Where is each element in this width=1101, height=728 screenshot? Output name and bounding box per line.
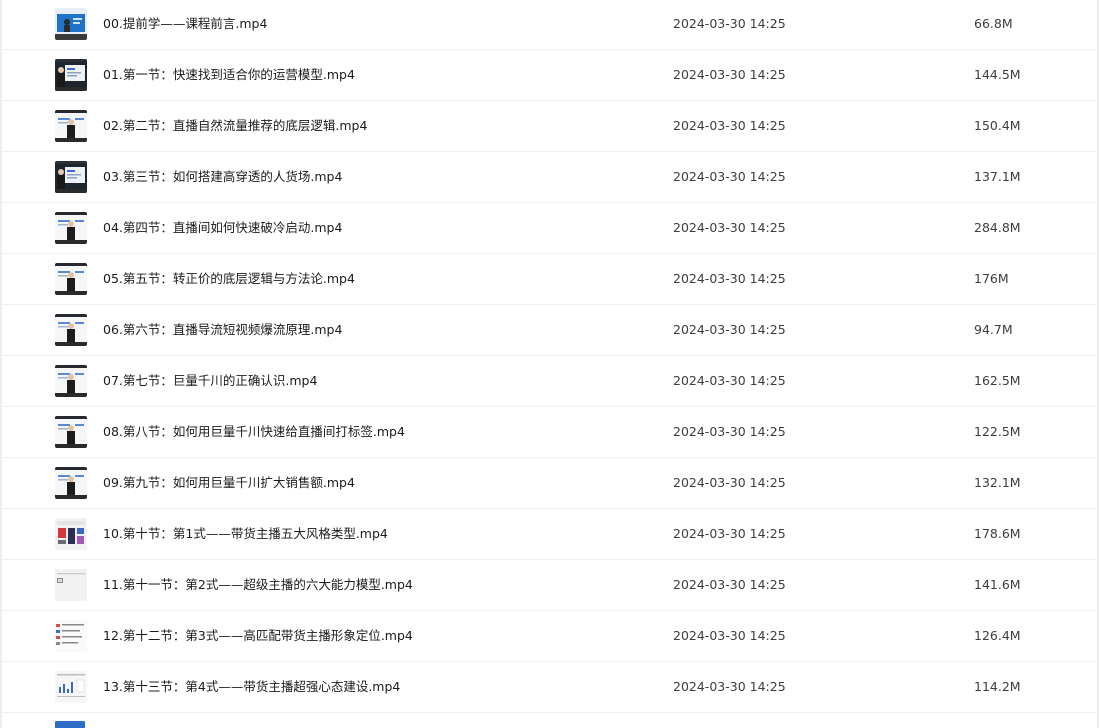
file-row[interactable]: 03.第三节：如何搭建高穿透的人货场.mp4 2024-03-30 14:25 13… (2, 152, 1097, 203)
modified-date: 2024-03-30 14:25 (673, 526, 786, 541)
file-list: 00.提前学——课程前言.mp4 2024-03-30 14:25 66.8M 01.… (2, 0, 1097, 713)
modified-date: 2024-03-30 14:25 (673, 16, 786, 31)
modified-date: 2024-03-30 14:25 (673, 424, 786, 439)
file-row[interactable]: 11.第十一节：第2式——超级主播的六大能力模型.mp4 2024-03-30 1… (2, 560, 1097, 611)
modified-date: 2024-03-30 14:25 (673, 322, 786, 337)
file-size: 162.5M (974, 373, 1021, 388)
partial-row-thumbnail (55, 721, 85, 728)
file-name[interactable]: 02.第二节：直播自然流量推荐的底层逻辑.mp4 (103, 117, 367, 135)
file-name[interactable]: 10.第十节：第1式——带货主播五大风格类型.mp4 (103, 525, 388, 543)
file-size: 137.1M (974, 169, 1021, 184)
file-size: 178.6M (974, 526, 1021, 541)
modified-date: 2024-03-30 14:25 (673, 220, 786, 235)
file-row[interactable]: 10.第十节：第1式——带货主播五大风格类型.mp4 2024-03-30 14:… (2, 509, 1097, 560)
file-size: 144.5M (974, 67, 1021, 82)
file-row[interactable]: 09.第九节：如何用巨量千川扩大销售额.mp4 2024-03-30 14:25 1… (2, 458, 1097, 509)
file-size: 150.4M (974, 118, 1021, 133)
file-size: 114.2M (974, 679, 1021, 694)
video-thumbnail[interactable] (55, 671, 87, 703)
modified-date: 2024-03-30 14:25 (673, 679, 786, 694)
file-row[interactable]: 02.第二节：直播自然流量推荐的底层逻辑.mp4 2024-03-30 14:25… (2, 101, 1097, 152)
video-thumbnail[interactable] (55, 416, 87, 448)
file-row[interactable]: 06.第六节：直播导流短视频爆流原理.mp4 2024-03-30 14:25 94… (2, 305, 1097, 356)
file-row[interactable]: 01.第一节：快速找到适合你的运营模型.mp4 2024-03-30 14:25 1… (2, 50, 1097, 101)
file-row[interactable]: 05.第五节：转正价的底层逻辑与方法论.mp4 2024-03-30 14:25 1… (2, 254, 1097, 305)
file-name[interactable]: 13.第十三节：第4式——带货主播超强心态建设.mp4 (103, 678, 400, 696)
file-size: 284.8M (974, 220, 1021, 235)
modified-date: 2024-03-30 14:25 (673, 373, 786, 388)
file-size: 66.8M (974, 16, 1013, 31)
file-name[interactable]: 06.第六节：直播导流短视频爆流原理.mp4 (103, 321, 342, 339)
video-thumbnail[interactable] (55, 161, 87, 193)
file-name[interactable]: 04.第四节：直播间如何快速破冷启动.mp4 (103, 219, 342, 237)
video-thumbnail[interactable] (55, 365, 87, 397)
video-thumbnail[interactable] (55, 110, 87, 142)
right-scroll-edge (1097, 0, 1099, 728)
file-row[interactable]: 00.提前学——课程前言.mp4 2024-03-30 14:25 66.8M (2, 0, 1097, 50)
file-row[interactable]: 13.第十三节：第4式——带货主播超强心态建设.mp4 2024-03-30 14… (2, 662, 1097, 713)
video-thumbnail[interactable] (55, 59, 87, 91)
file-size: 132.1M (974, 475, 1021, 490)
modified-date: 2024-03-30 14:25 (673, 118, 786, 133)
video-thumbnail[interactable] (55, 212, 87, 244)
video-thumbnail[interactable] (55, 314, 87, 346)
file-name[interactable]: 07.第七节：巨量千川的正确认识.mp4 (103, 372, 317, 390)
file-name[interactable]: 08.第八节：如何用巨量千川快速给直播间打标签.mp4 (103, 423, 405, 441)
modified-date: 2024-03-30 14:25 (673, 169, 786, 184)
file-size: 141.6M (974, 577, 1021, 592)
file-name[interactable]: 11.第十一节：第2式——超级主播的六大能力模型.mp4 (103, 576, 413, 594)
video-thumbnail[interactable] (55, 263, 87, 295)
modified-date: 2024-03-30 14:25 (673, 271, 786, 286)
modified-date: 2024-03-30 14:25 (673, 475, 786, 490)
video-thumbnail[interactable] (55, 569, 87, 601)
file-name[interactable]: 12.第十二节：第3式——高匹配带货主播形象定位.mp4 (103, 627, 413, 645)
video-thumbnail[interactable] (55, 518, 87, 550)
video-thumbnail[interactable] (55, 620, 87, 652)
file-size: 176M (974, 271, 1009, 286)
video-thumbnail[interactable] (55, 8, 87, 40)
file-row[interactable]: 12.第十二节：第3式——高匹配带货主播形象定位.mp4 2024-03-30 1… (2, 611, 1097, 662)
file-name[interactable]: 09.第九节：如何用巨量千川扩大销售额.mp4 (103, 474, 355, 492)
modified-date: 2024-03-30 14:25 (673, 67, 786, 82)
file-size: 94.7M (974, 322, 1013, 337)
modified-date: 2024-03-30 14:25 (673, 628, 786, 643)
file-name[interactable]: 05.第五节：转正价的底层逻辑与方法论.mp4 (103, 270, 355, 288)
video-thumbnail[interactable] (55, 467, 87, 499)
file-name[interactable]: 01.第一节：快速找到适合你的运营模型.mp4 (103, 66, 355, 84)
file-row[interactable]: 04.第四节：直播间如何快速破冷启动.mp4 2024-03-30 14:25 28… (2, 203, 1097, 254)
modified-date: 2024-03-30 14:25 (673, 577, 786, 592)
file-name[interactable]: 03.第三节：如何搭建高穿透的人货场.mp4 (103, 168, 342, 186)
file-size: 122.5M (974, 424, 1021, 439)
file-name[interactable]: 00.提前学——课程前言.mp4 (103, 15, 267, 33)
file-row[interactable]: 08.第八节：如何用巨量千川快速给直播间打标签.mp4 2024-03-30 14… (2, 407, 1097, 458)
file-row[interactable]: 07.第七节：巨量千川的正确认识.mp4 2024-03-30 14:25 162.… (2, 356, 1097, 407)
file-size: 126.4M (974, 628, 1021, 643)
